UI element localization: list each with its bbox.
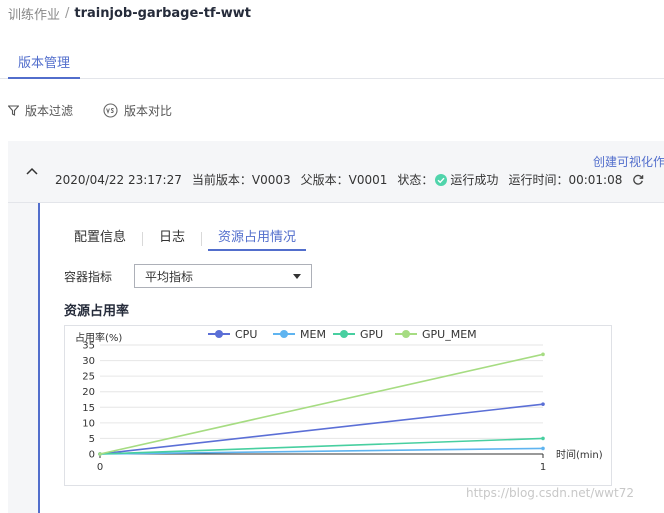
data-point — [541, 402, 545, 406]
current-version-value: V0003 — [251, 172, 291, 187]
data-point — [541, 352, 545, 357]
version-detail: 配置信息 日志 资源占用情况 容器指标 平均指标 资源占用率 0 5 10 15 20 2… — [38, 203, 664, 513]
tab-divider — [201, 232, 203, 246]
current-version-label: 当前版本： — [191, 173, 252, 187]
tab-divider — [142, 232, 144, 246]
data-point — [541, 436, 545, 441]
y-tick-label: 30 — [82, 356, 95, 367]
version-filter-label: 版本过滤 — [25, 103, 74, 118]
y-tick-label: 20 — [82, 387, 95, 398]
breadcrumb: 训练作业 / trainjob-garbage-tf-wwt — [8, 4, 251, 23]
y-axis-label: 占用率(%) — [75, 331, 122, 344]
parent-version-label: 父版本： — [300, 173, 349, 187]
tab-logs[interactable]: 日志 — [149, 229, 195, 251]
vs-icon — [103, 102, 118, 118]
watermark: https://blog.csdn.net/wwt72 — [466, 486, 634, 500]
data-point — [98, 452, 102, 456]
legend-label: CPU — [235, 328, 257, 341]
version-header: 创建可视化作 2020/04/22 23:17:27 当前版本： V0003 父… — [8, 141, 664, 203]
main-tabbar: 版本管理 — [0, 52, 664, 79]
version-toolbar: 版本过滤 版本对比 — [8, 100, 202, 120]
x-tick-label: 0 — [97, 462, 103, 473]
legend-label: GPU — [360, 328, 383, 341]
refresh-icon[interactable] — [632, 174, 644, 186]
create-visualization-link[interactable]: 创建可视化作 — [593, 153, 664, 170]
x-tick-label: 1 — [540, 462, 546, 473]
version-timestamp: 2020/04/22 23:17:27 — [55, 172, 182, 187]
legend-swatch-dot — [340, 330, 348, 338]
metric-label: 容器指标 — [64, 269, 113, 284]
metric-selector-row: 容器指标 平均指标 — [64, 264, 312, 288]
version-info: 2020/04/22 23:17:27 当前版本： V0003 父版本： V00… — [55, 171, 644, 188]
version-filter-button[interactable]: 版本过滤 — [8, 102, 73, 119]
metric-select[interactable]: 平均指标 — [134, 264, 312, 288]
breadcrumb-parent[interactable]: 训练作业 — [8, 4, 60, 23]
metric-selected-value: 平均指标 — [145, 269, 194, 284]
legend-swatch-dot — [280, 330, 288, 338]
legend-label: MEM — [300, 328, 326, 341]
y-tick-label: 10 — [82, 418, 95, 429]
version-compare-label: 版本对比 — [124, 103, 173, 118]
series-line-gpu-mem — [99, 353, 544, 455]
tab-config-info[interactable]: 配置信息 — [64, 229, 136, 251]
tab-resource-usage[interactable]: 资源占用情况 — [208, 229, 307, 251]
resource-usage-chart: 0 5 10 15 20 25 30 35 0 1 占用率(%) 时间(min) CPU MEM GPU GP… — [64, 325, 612, 486]
section-title: 资源占用率 — [64, 304, 130, 319]
data-point — [541, 446, 545, 451]
status-value: 运行成功 — [450, 173, 499, 187]
breadcrumb-separator: / — [65, 5, 70, 21]
status-badge: 运行成功 — [433, 171, 498, 188]
version-compare-button[interactable]: 版本对比 — [103, 102, 172, 119]
runtime-value: 00:01:08 — [568, 172, 623, 187]
legend-label: GPU_MEM — [422, 328, 477, 341]
y-tick-label: 15 — [82, 403, 95, 414]
detail-tabs: 配置信息 日志 资源占用情况 — [64, 229, 307, 251]
y-tick-label: 25 — [82, 372, 95, 383]
breadcrumb-current: trainjob-garbage-tf-wwt — [74, 5, 251, 21]
runtime-label: 运行时间： — [508, 173, 569, 187]
parent-version-value: V0001 — [348, 172, 388, 187]
legend-swatch-dot — [402, 330, 410, 338]
legend-swatch-dot — [215, 330, 223, 338]
x-axis-label: 时间(min) — [556, 448, 603, 461]
filter-icon — [8, 104, 19, 116]
caret-down-icon — [293, 273, 301, 279]
version-panel: 创建可视化作 2020/04/22 23:17:27 当前版本： V0003 父… — [8, 141, 664, 513]
tab-version-management[interactable]: 版本管理 — [8, 52, 81, 79]
y-tick-label: 5 — [89, 434, 95, 445]
y-tick-label: 0 — [89, 450, 95, 461]
check-circle-icon — [435, 173, 448, 186]
chart-svg: 051015202530350 1占用率(%)时间(min)CPU MEM GPU GP… — [75, 328, 603, 473]
chevron-up-icon[interactable] — [26, 167, 38, 175]
status-label: 状态： — [397, 173, 434, 187]
